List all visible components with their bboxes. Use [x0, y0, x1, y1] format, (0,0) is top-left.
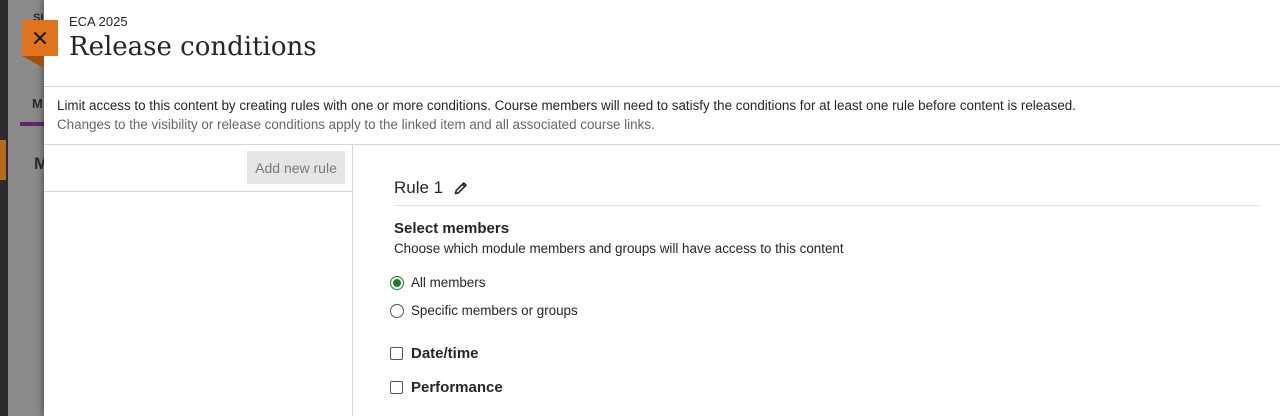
rules-list-column [44, 145, 353, 416]
checkbox[interactable] [390, 347, 403, 360]
rule-title: Rule 1 [394, 178, 444, 197]
header-divider [44, 86, 1280, 87]
radio-all-members[interactable]: All members [390, 275, 485, 290]
background-nav-strip [0, 0, 8, 416]
pencil-icon[interactable] [453, 180, 469, 196]
close-icon [34, 32, 46, 44]
close-button-fold [22, 56, 44, 68]
radio-label: All members [411, 275, 486, 290]
select-members-help: Choose which module members and groups w… [394, 241, 844, 256]
radio-button[interactable] [390, 303, 404, 318]
background-tab-indicator [20, 122, 44, 126]
checkbox-date-time[interactable]: Date/time [390, 345, 479, 362]
panel-note: Changes to the visibility or release con… [57, 117, 655, 132]
checkbox-label: Performance [411, 379, 503, 396]
checkbox-performance[interactable]: Performance [390, 379, 503, 396]
add-new-rule-button[interactable]: Add new rule [247, 151, 345, 184]
background-heading: M [34, 154, 44, 173]
page-title: Release conditions [69, 32, 317, 62]
panel-description: Limit access to this content by creating… [57, 98, 1076, 113]
background-accent [0, 140, 6, 180]
checkbox[interactable] [390, 381, 403, 394]
radio-label: Specific members or groups [411, 303, 578, 318]
background-tab-label: M [32, 96, 43, 111]
rule-header: Rule 1 [394, 178, 469, 198]
radio-specific-members[interactable]: Specific members or groups [390, 303, 578, 318]
close-panel-button[interactable] [22, 20, 58, 56]
select-members-heading: Select members [394, 220, 510, 237]
radio-button-checked[interactable] [390, 275, 404, 290]
checkbox-label: Date/time [411, 345, 479, 362]
course-name: ECA 2025 [69, 14, 128, 29]
rule-divider [394, 205, 1260, 206]
rules-list-divider [44, 191, 352, 192]
